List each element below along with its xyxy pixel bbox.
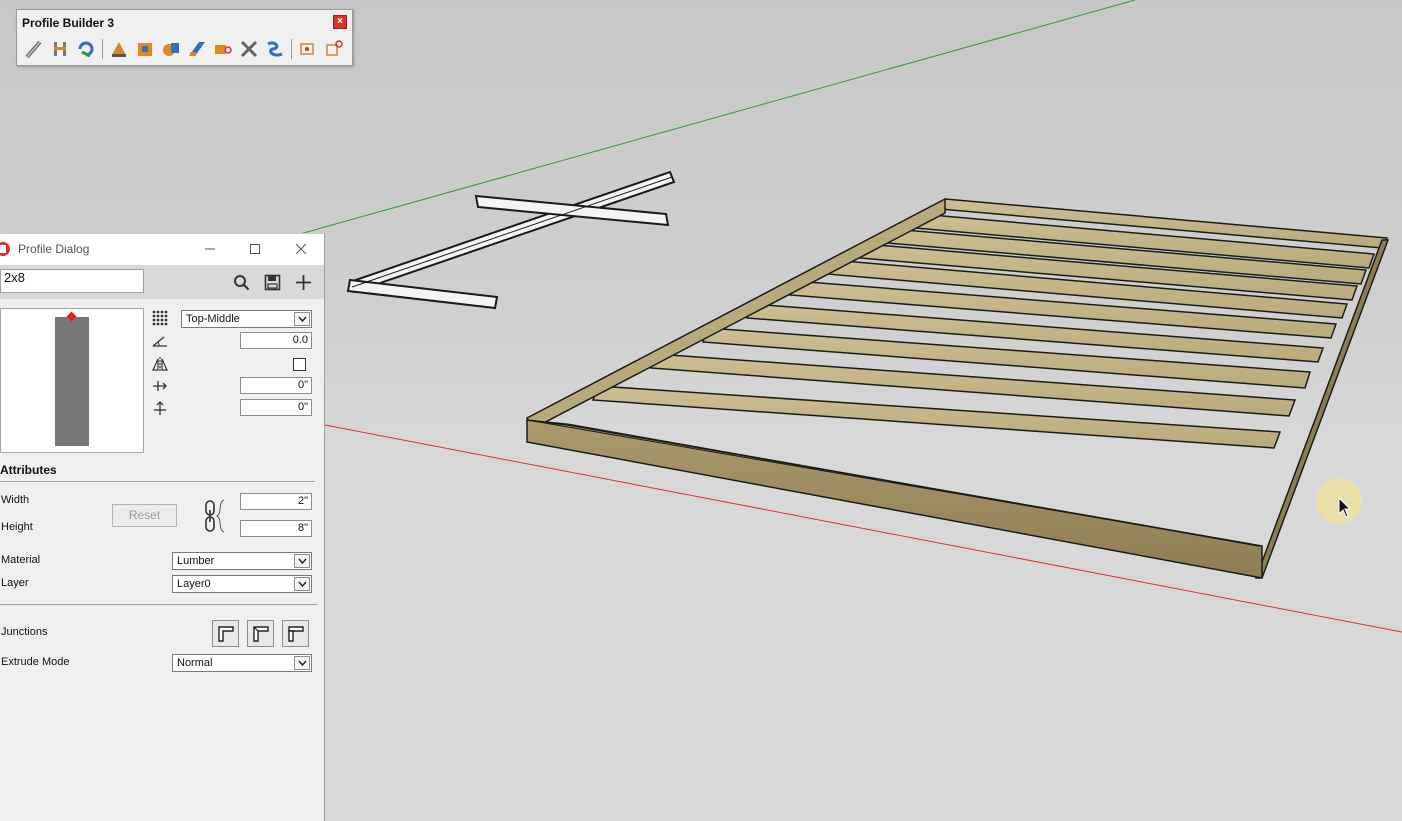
profile-builder-toolbar: Profile Builder 3 × xyxy=(16,9,353,66)
extrude-mode-label: Extrude Mode xyxy=(1,656,70,668)
maximize-button[interactable] xyxy=(235,237,275,261)
junctions-label: Junctions xyxy=(1,626,48,638)
cut-icon[interactable] xyxy=(237,37,261,61)
toolbar-close-button[interactable]: × xyxy=(333,15,347,29)
red-axis xyxy=(324,424,1402,633)
junction-overlap-button[interactable] xyxy=(282,620,309,647)
lumber-floor-frame[interactable] xyxy=(525,197,1390,579)
dialog-titlebar[interactable]: Profile Dialog xyxy=(0,234,324,265)
chevron-down-icon xyxy=(294,554,310,568)
paint-profile-icon[interactable] xyxy=(107,37,131,61)
toolbar-tools xyxy=(22,37,348,61)
green-axis xyxy=(299,0,1136,235)
profile-name-input[interactable]: 2x8 xyxy=(0,269,144,293)
stretch-icon[interactable] xyxy=(185,37,209,61)
alignment-select[interactable]: Top-Middle xyxy=(181,310,312,328)
chevron-down-icon xyxy=(294,656,310,670)
chain-link-icon[interactable] xyxy=(202,498,228,534)
minimize-button[interactable] xyxy=(190,237,230,261)
steel-beam-frame[interactable] xyxy=(346,170,676,310)
save-icon[interactable] xyxy=(262,272,282,292)
alignment-value: Top-Middle xyxy=(186,313,240,325)
width-input[interactable]: 2" xyxy=(240,493,312,510)
offset-y-icon xyxy=(150,399,170,417)
mouse-cursor-icon xyxy=(1338,497,1352,518)
junction-miter-button[interactable] xyxy=(247,620,274,647)
rotation-input[interactable]: 0.0 xyxy=(240,332,312,349)
height-input[interactable]: 8" xyxy=(240,520,312,537)
component-icon[interactable] xyxy=(296,37,320,61)
attributes-heading: Attributes xyxy=(0,463,57,477)
profile-preview[interactable] xyxy=(0,308,144,453)
offset-y-input[interactable]: 0" xyxy=(240,399,312,416)
rebuild-icon[interactable] xyxy=(74,37,98,61)
dialog-title: Profile Dialog xyxy=(18,242,90,256)
profile-path-icon[interactable] xyxy=(22,37,46,61)
profile-header: 2x8 xyxy=(0,265,324,299)
material-value: Lumber xyxy=(177,555,215,567)
layer-label: Layer xyxy=(1,577,29,589)
toolbar-separator xyxy=(102,39,103,59)
layer-value: Layer0 xyxy=(177,578,211,590)
profile-shape xyxy=(55,317,89,446)
split-icon[interactable] xyxy=(211,37,235,61)
material-select[interactable]: Lumber xyxy=(172,552,312,570)
profile-dialog: Profile Dialog 2x8 Top-Middle 0.0 0" 0" … xyxy=(0,233,325,821)
reset-button[interactable]: Reset xyxy=(112,504,177,527)
offset-x-icon xyxy=(150,377,170,395)
height-label: Height xyxy=(1,521,33,533)
junction-butt-button[interactable] xyxy=(212,620,239,647)
toolbar-title: Profile Builder 3 xyxy=(22,16,115,30)
material-label: Material xyxy=(1,554,41,566)
width-label: Width xyxy=(1,494,30,506)
search-icon[interactable] xyxy=(231,272,251,292)
extrude-mode-value: Normal xyxy=(177,657,213,669)
assembly-icon[interactable] xyxy=(159,37,183,61)
add-icon[interactable] xyxy=(293,272,313,292)
alignment-grid-icon xyxy=(150,309,170,327)
mirror-icon xyxy=(150,355,170,373)
mirror-checkbox[interactable] xyxy=(293,358,306,371)
layer-select[interactable]: Layer0 xyxy=(172,575,312,593)
extrude-mode-select[interactable]: Normal xyxy=(172,654,312,672)
offset-x-input[interactable]: 0" xyxy=(240,377,312,394)
toolbar-separator xyxy=(291,39,292,59)
sketchup-app-icon xyxy=(0,242,10,256)
build-member-icon[interactable] xyxy=(48,37,72,61)
chevron-down-icon xyxy=(294,577,310,591)
assembly-edit-icon[interactable] xyxy=(322,37,346,61)
smart-path-icon[interactable] xyxy=(263,37,287,61)
attributes-divider xyxy=(0,481,315,482)
chevron-down-icon xyxy=(294,312,310,326)
close-button[interactable] xyxy=(281,237,321,261)
extrude-icon[interactable] xyxy=(133,37,157,61)
junctions-divider xyxy=(0,604,317,605)
rotation-angle-icon xyxy=(150,332,170,350)
